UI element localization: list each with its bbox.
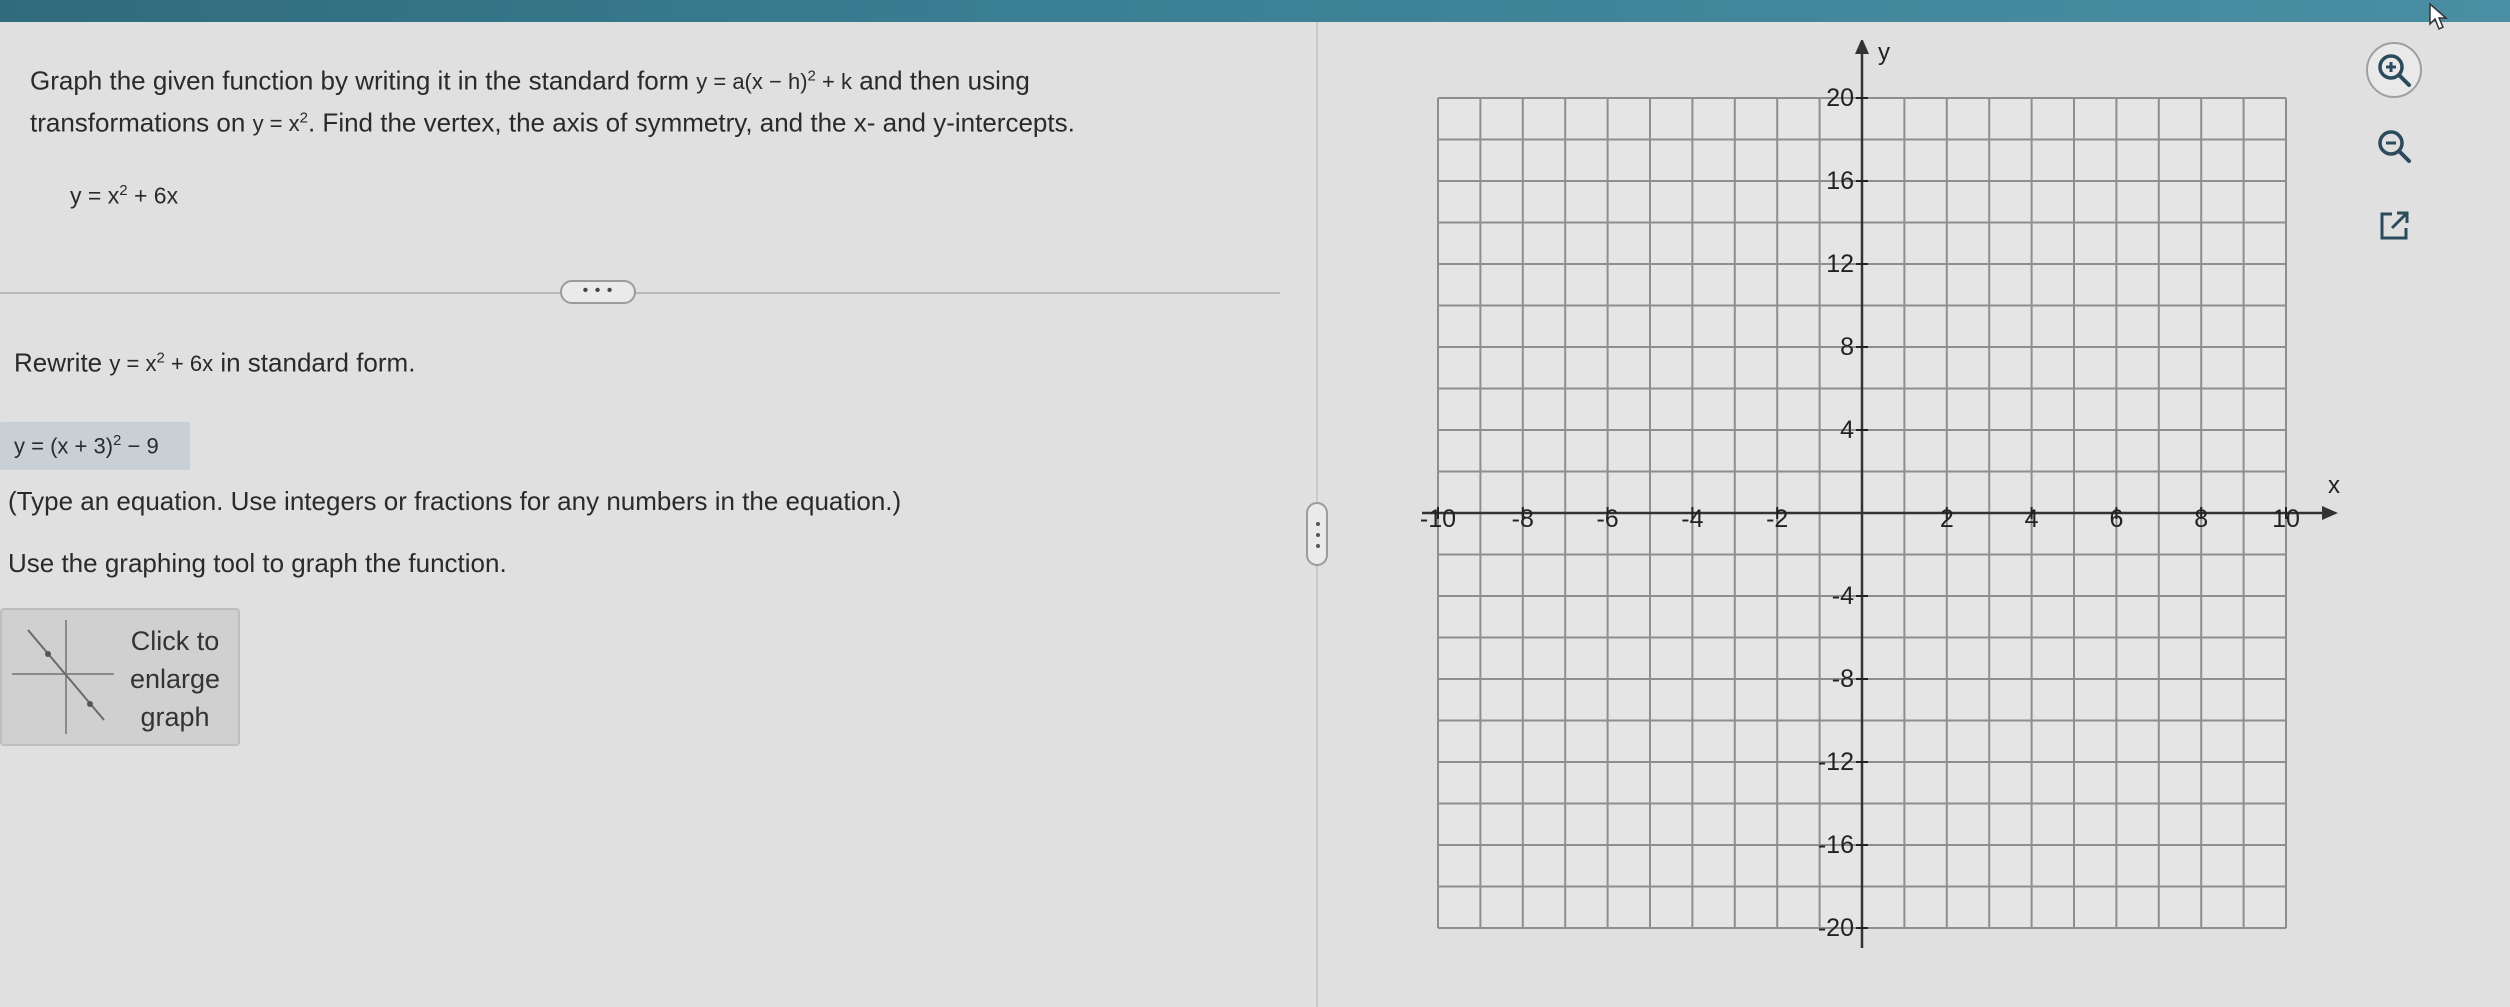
y-axis-arrow bbox=[1855, 40, 1869, 54]
y-tick-label: 16 bbox=[1826, 167, 1854, 195]
parent-function-formula: y = x2 bbox=[252, 110, 308, 137]
x-tick-label: 10 bbox=[2272, 505, 2300, 533]
answer-hint: (Type an equation. Use integers or fract… bbox=[8, 486, 902, 516]
x-axis-arrow bbox=[2322, 506, 2338, 520]
y-tick-label: -16 bbox=[1818, 831, 1854, 859]
y-tick-label: 8 bbox=[1840, 333, 1854, 361]
y-tick-label: -12 bbox=[1818, 748, 1854, 776]
answer-value: y = (x + 3)2 − 9 bbox=[14, 432, 159, 459]
y-tick-label: -8 bbox=[1832, 665, 1854, 693]
splitter-handle[interactable] bbox=[1306, 502, 1328, 566]
rewrite-prompt: Rewrite y = x2 + 6x in standard form. bbox=[14, 347, 416, 378]
popout-icon bbox=[2380, 211, 2409, 240]
coordinate-grid[interactable]: x y -10 -8 -6 -4 -2 2 4 6 8 10 20 16 12 8 4 -4 -8 -12 -16 -20 bbox=[1390, 40, 2350, 980]
y-axis-label: y bbox=[1878, 40, 1890, 66]
y-tick-label: 20 bbox=[1826, 84, 1854, 112]
question-line-1: Graph the given function by writing it i… bbox=[30, 65, 1030, 96]
standard-form-formula: y = a(x − h)2 + k bbox=[696, 68, 852, 95]
enlarge-graph-label: Click to enlarge graph bbox=[129, 626, 221, 732]
top-banner bbox=[0, 0, 2510, 22]
x-tick-label: -8 bbox=[1512, 505, 1534, 533]
y-tick-label: 12 bbox=[1826, 250, 1854, 278]
zoom-out-button[interactable] bbox=[2366, 118, 2422, 174]
popout-button[interactable] bbox=[2366, 198, 2422, 254]
x-tick-label: 6 bbox=[2109, 505, 2123, 533]
y-tick-label: -4 bbox=[1832, 582, 1854, 610]
given-function: y = x2 + 6x bbox=[70, 182, 179, 209]
x-tick-label: -10 bbox=[1420, 505, 1456, 533]
y-tick-label: -20 bbox=[1818, 914, 1854, 942]
x-tick-label: -6 bbox=[1596, 505, 1618, 533]
x-tick-label: 4 bbox=[2025, 505, 2039, 533]
question-line-2: transformations on y = x2. Find the vert… bbox=[30, 107, 1075, 138]
y-tick-label: 4 bbox=[1840, 416, 1854, 444]
enlarge-graph-button[interactable]: Click to enlarge graph bbox=[0, 608, 240, 746]
question-panel: Graph the given function by writing it i… bbox=[0, 22, 1300, 1007]
section-divider bbox=[0, 292, 1280, 294]
x-tick-label: -2 bbox=[1766, 505, 1788, 533]
rewrite-formula: y = x2 + 6x bbox=[109, 350, 214, 377]
x-axis-label: x bbox=[2328, 472, 2340, 499]
graph-thumbnail-icon bbox=[12, 620, 114, 734]
zoom-out-icon bbox=[2378, 130, 2411, 163]
x-tick-label: -4 bbox=[1681, 505, 1703, 533]
show-more-button[interactable]: • • • bbox=[560, 280, 636, 304]
x-tick-label: 8 bbox=[2194, 505, 2208, 533]
zoom-in-button[interactable] bbox=[2366, 42, 2422, 98]
graph-instruction: Use the graphing tool to graph the funct… bbox=[8, 548, 507, 578]
zoom-in-icon bbox=[2378, 54, 2411, 87]
mouse-cursor-icon bbox=[2429, 2, 2448, 31]
x-tick-label: 2 bbox=[1940, 505, 1954, 533]
